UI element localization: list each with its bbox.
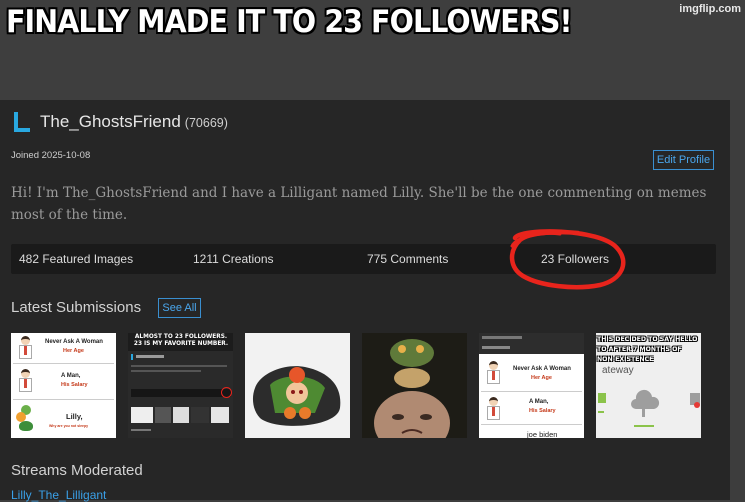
profile-header: The_GhostsFriend (70669) [14, 112, 228, 132]
see-all-button[interactable]: See All [158, 298, 201, 318]
submission-thumb-6[interactable]: THIS DECIDED TO SAY HELLO TO AFTER 7 MON… [596, 333, 701, 438]
submission-thumb-4[interactable] [362, 333, 467, 438]
thumb6-icons [598, 389, 700, 427]
stat-comments[interactable]: 775 Comments [367, 252, 448, 266]
thumb2-screenshot [128, 351, 233, 438]
thumb1-line1: Never Ask A Woman [45, 339, 103, 345]
thumb1-sub3: Why are you not sleepy [49, 424, 89, 428]
thumb5-meme: Never Ask A Woman Her Age A Man, His Sal… [479, 354, 584, 438]
lilligant-sticker-icon [245, 333, 350, 438]
user-logo-icon [14, 112, 30, 132]
man-figure-icon [485, 397, 503, 421]
submission-thumb-3[interactable] [245, 333, 350, 438]
submission-thumb-1[interactable]: Never Ask A Woman Her Age A Man, His Sal… [11, 333, 116, 438]
profile-bio: Hi! I'm The_GhostsFriend and I have a Li… [11, 185, 707, 223]
thumb1-line3: Lilly, [66, 412, 83, 421]
thumb1-sub2: His Salary [61, 382, 88, 388]
stat-featured-images[interactable]: 482 Featured Images [19, 252, 133, 266]
lilligant-icon [16, 405, 36, 433]
joined-date: Joined 2025-10-08 [11, 150, 91, 161]
thumb5-sub1: Her Age [531, 375, 552, 381]
stats-bar: 482 Featured Images 1211 Creations 775 C… [11, 244, 716, 274]
man-figure-icon [17, 336, 35, 360]
thumb5-line2: A Man, [529, 399, 549, 405]
man-figure-icon [485, 361, 503, 385]
stat-followers[interactable]: 23 Followers [541, 252, 609, 266]
username[interactable]: The_GhostsFriend [40, 112, 181, 132]
meme-banner: FINALLY MADE IT TO 23 FOLLOWERS! imgflip… [0, 0, 745, 100]
thumb5-line3: joe biden [527, 430, 558, 438]
user-points: (70669) [184, 116, 228, 130]
thumb5-line1: Never Ask A Woman [513, 366, 571, 372]
submission-thumb-2[interactable]: ALMOST TO 23 FOLLOWERS. 23 IS MY FAVORIT… [128, 333, 233, 438]
profile-panel: The_GhostsFriend (70669) Joined 2025-10-… [0, 100, 730, 502]
streams-moderated-title: Streams Moderated [11, 462, 143, 479]
thumb2-caption: ALMOST TO 23 FOLLOWERS. 23 IS MY FAVORIT… [133, 334, 229, 347]
crying-child-photo [362, 333, 467, 438]
submission-thumb-5[interactable]: Never Ask A Woman Her Age A Man, His Sal… [479, 333, 584, 438]
thumb1-line2: A Man, [61, 373, 81, 379]
edit-profile-button[interactable]: Edit Profile [653, 150, 714, 170]
thumb1-sub1: Her Age [63, 348, 84, 354]
meme-caption: FINALLY MADE IT TO 23 FOLLOWERS! [6, 4, 573, 40]
stat-creations[interactable]: 1211 Creations [193, 252, 274, 266]
man-figure-icon [17, 369, 35, 393]
thumb5-sub2: His Salary [529, 408, 556, 414]
imgflip-watermark: imgflip.com [679, 3, 741, 15]
latest-submissions-title: Latest Submissions [11, 299, 142, 316]
